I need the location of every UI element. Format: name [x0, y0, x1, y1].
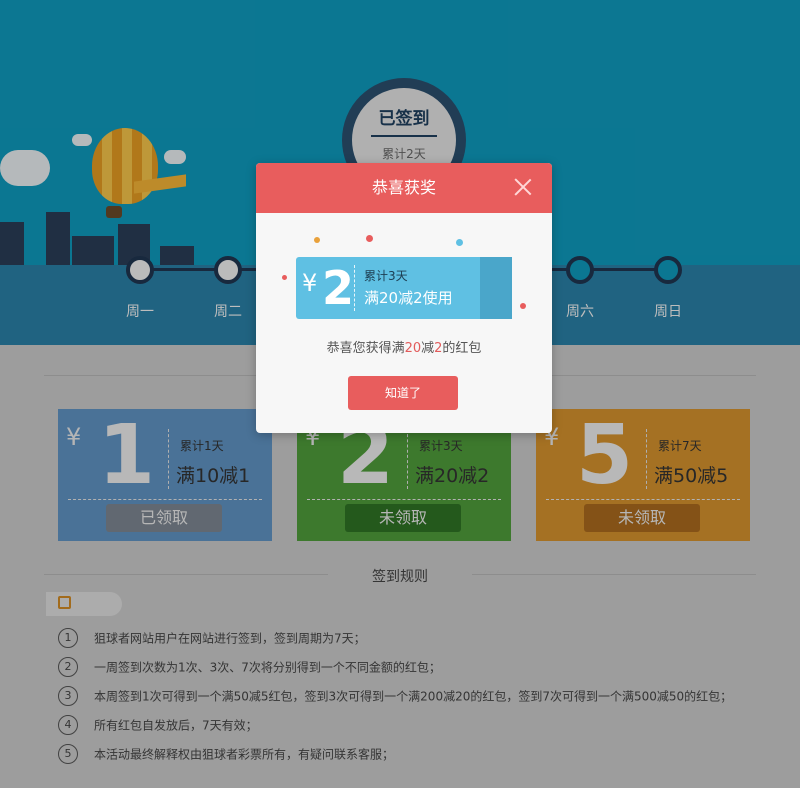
award-message-threshold: 20: [404, 341, 422, 356]
ticket-stub: [480, 257, 512, 319]
confetti-icon: [456, 239, 463, 246]
ticket-amount: 2: [322, 261, 355, 315]
award-message-prefix: 恭喜您获得满: [326, 341, 405, 356]
award-modal: 恭喜获奖 ¥ 2 累计3天 满20减2使用 恭喜您获得满20减2的红包 知道了: [256, 163, 552, 433]
ticket-yen: ¥: [302, 269, 318, 297]
ticket-desc: 满20减2使用: [364, 289, 453, 307]
confetti-icon: [520, 303, 526, 309]
confetti-icon: [314, 237, 320, 243]
ticket-days: 累计3天: [364, 269, 408, 283]
award-message-suffix: 的红包: [442, 341, 482, 356]
award-ticket: ¥ 2 累计3天 满20减2使用: [296, 257, 512, 319]
got-it-button[interactable]: 知道了: [348, 376, 458, 410]
award-message: 恭喜您获得满20减2的红包: [256, 337, 552, 356]
modal-title: 恭喜获奖: [371, 178, 436, 197]
modal-header: 恭喜获奖: [256, 163, 552, 213]
award-message-mid: 减: [421, 341, 435, 356]
confetti-icon: [282, 275, 287, 280]
confetti-icon: [366, 235, 373, 242]
close-icon[interactable]: [512, 176, 534, 198]
ticket-separator: [354, 265, 355, 311]
